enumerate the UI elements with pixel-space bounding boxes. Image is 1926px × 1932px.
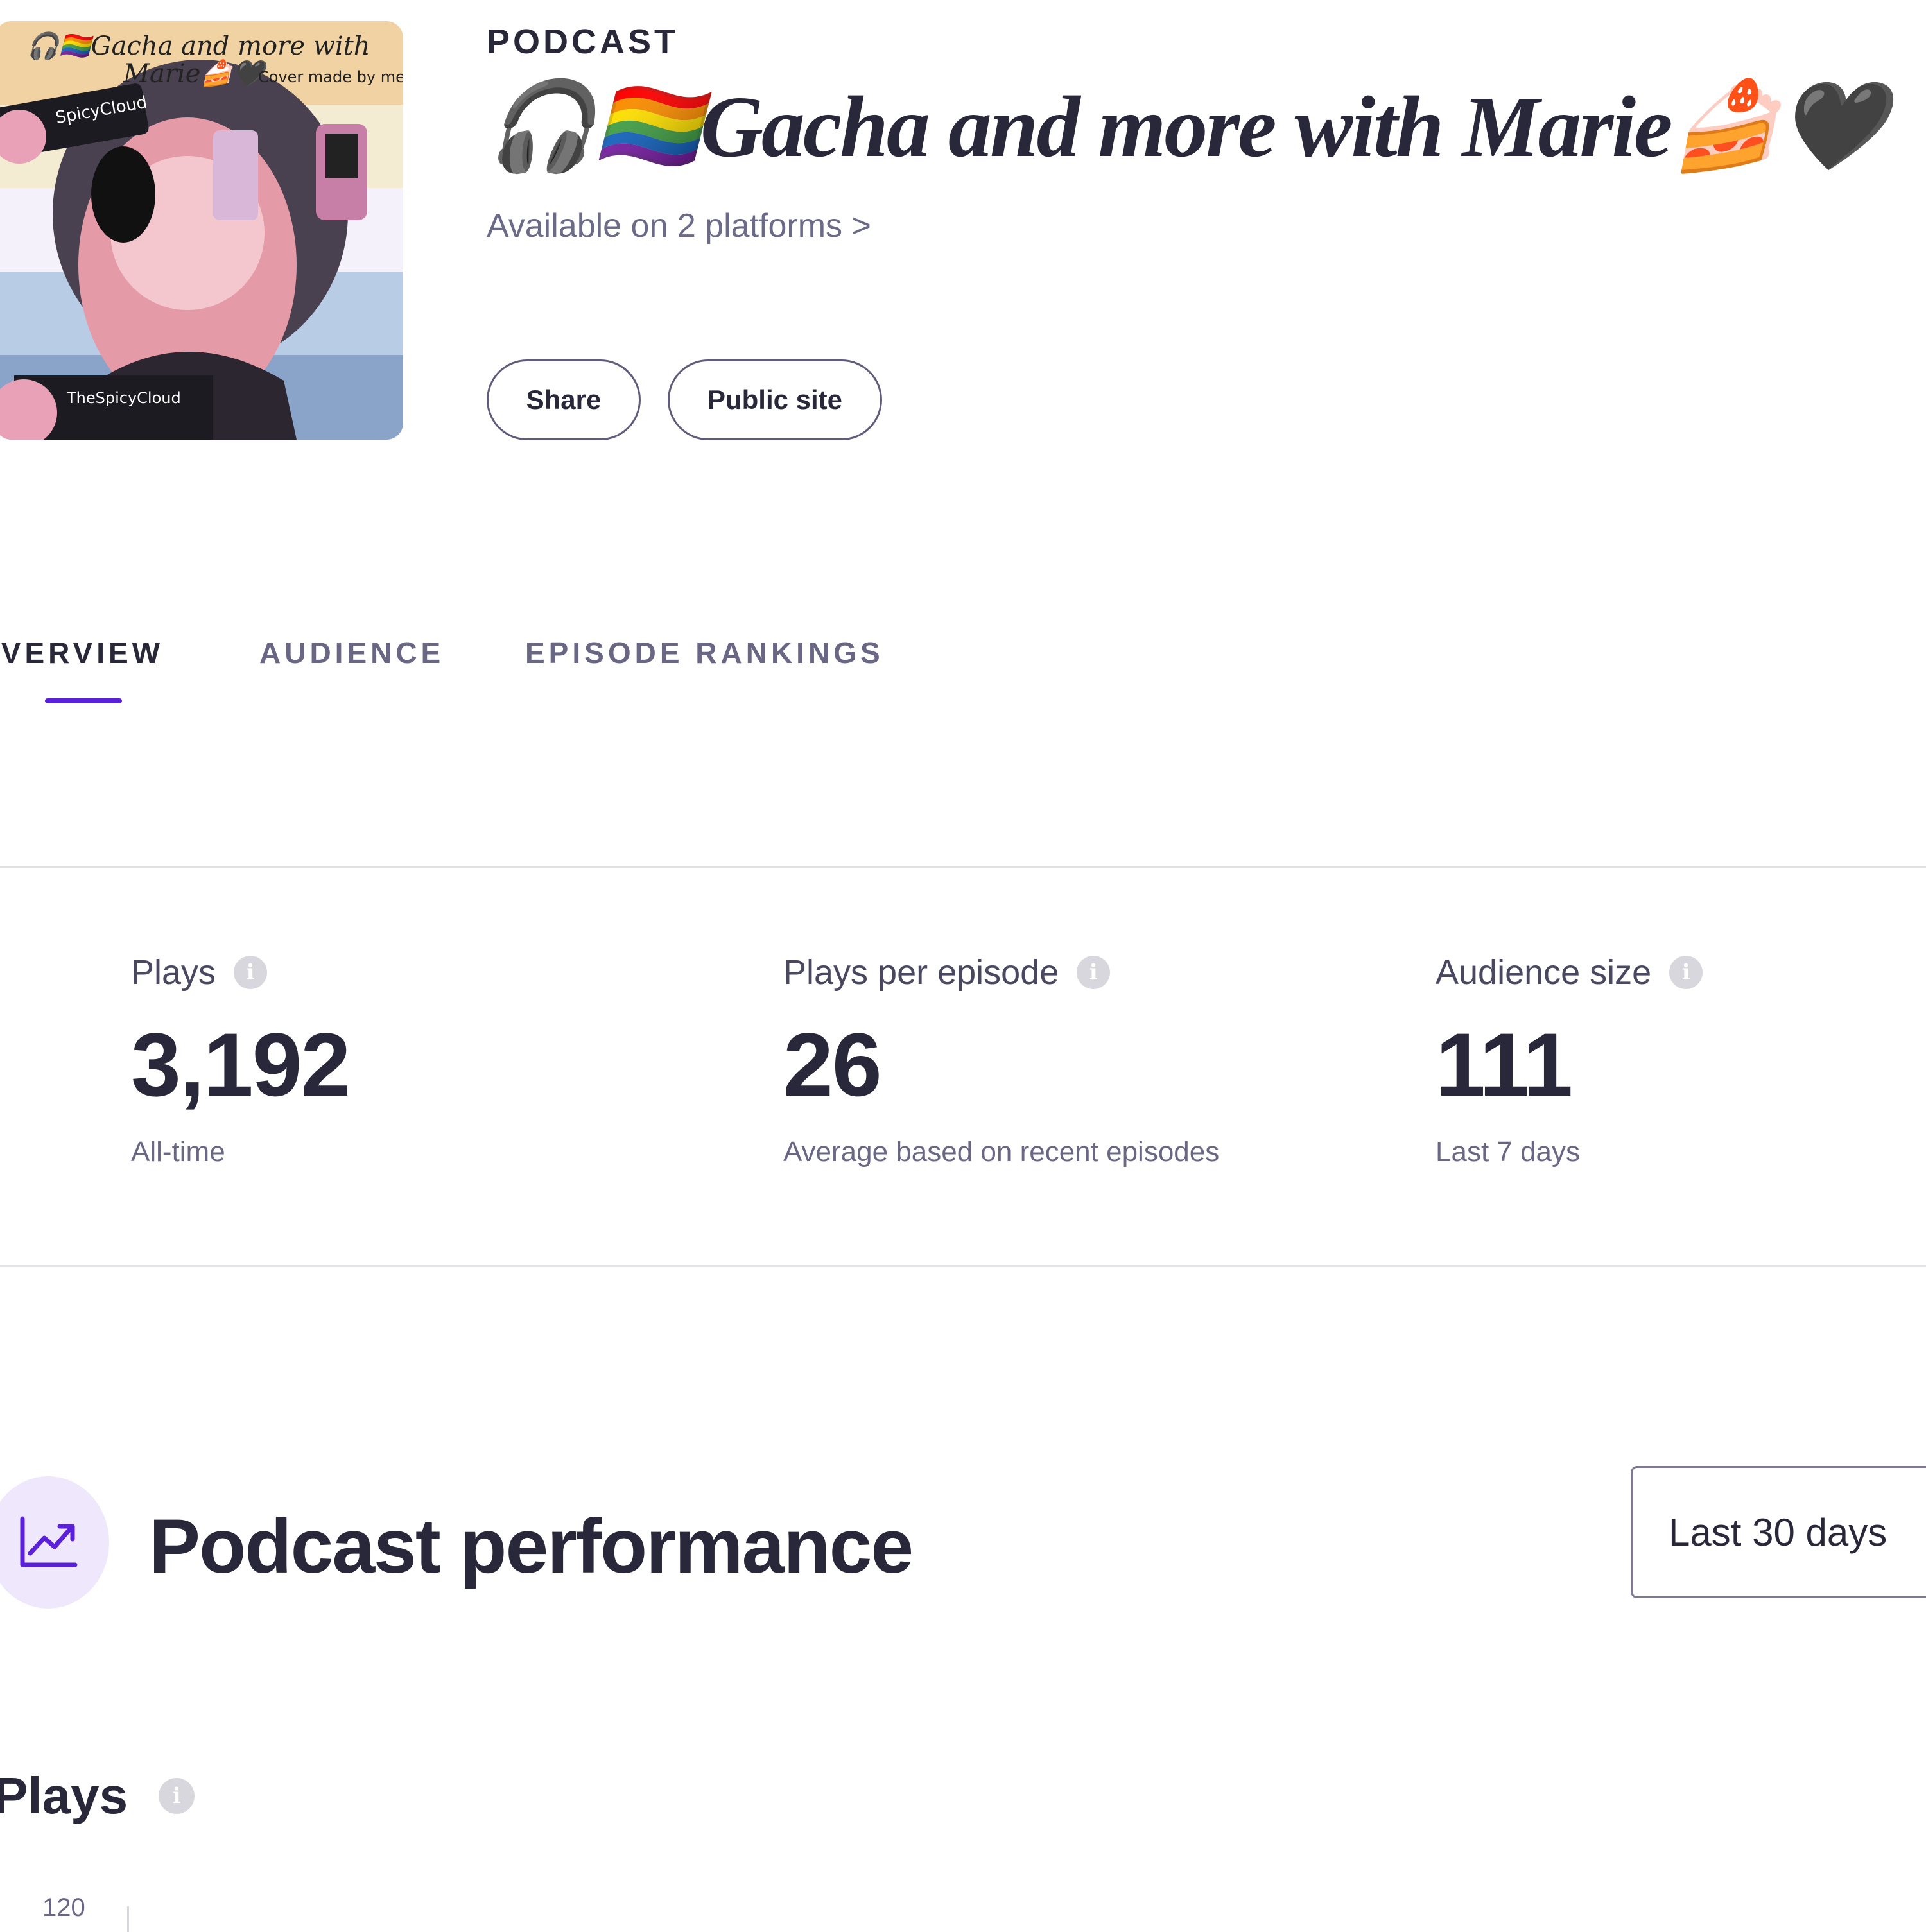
platforms-link[interactable]: Available on 2 platforms >	[487, 207, 871, 245]
cover-name-bottom: TheSpicyCloud	[66, 389, 181, 407]
stat-audience-size: Audience size i 111 Last 7 days	[1436, 950, 1703, 1168]
stat-label: Plays	[131, 953, 216, 992]
info-icon[interactable]: i	[159, 1778, 195, 1814]
divider	[0, 866, 1926, 868]
active-tab-indicator	[45, 698, 122, 703]
chart-title: Plays	[0, 1767, 128, 1824]
y-axis-line	[127, 1906, 129, 1932]
stat-label: Audience size	[1436, 953, 1652, 992]
stat-plays: Plays i 3,192 All-time	[131, 950, 351, 1168]
stat-plays-per-episode: Plays per episode i 26 Average based on …	[783, 950, 1219, 1168]
section-title: Podcast performance	[149, 1503, 914, 1589]
divider	[0, 1265, 1926, 1267]
stat-subtext: Average based on recent episodes	[783, 1136, 1220, 1168]
tab-overview[interactable]: OVERVIEW	[0, 635, 164, 670]
trend-chart-icon	[0, 1476, 109, 1609]
podcast-header: 🎧🏳️‍🌈Gacha and more with Marie🍰🖤 Cover m…	[0, 0, 1926, 462]
tab-episode-rankings[interactable]: EPISODE RANKINGS	[525, 635, 884, 670]
date-range-select[interactable]: Last 30 days	[1631, 1466, 1926, 1598]
cover-text-line2: Marie🍰🖤	[123, 58, 270, 89]
stat-value: 26	[783, 1014, 882, 1115]
tab-audience[interactable]: AUDIENCE	[259, 635, 444, 670]
podcast-title: 🎧🏳️‍🌈Gacha and more with Marie🍰🖤	[487, 79, 1886, 175]
info-icon[interactable]: i	[234, 956, 268, 989]
stat-label: Plays per episode	[783, 953, 1059, 992]
stat-subtext: All-time	[131, 1136, 225, 1168]
info-icon[interactable]: i	[1077, 956, 1111, 989]
stat-subtext: Last 7 days	[1436, 1136, 1581, 1168]
share-button[interactable]: Share	[487, 359, 641, 440]
tab-bar: OVERVIEW AUDIENCE EPISODE RANKINGS	[0, 635, 1926, 712]
info-icon[interactable]: i	[1669, 956, 1703, 989]
stat-value: 3,192	[131, 1014, 351, 1115]
podcast-cover-art: 🎧🏳️‍🌈Gacha and more with Marie🍰🖤 Cover m…	[0, 21, 403, 440]
cover-text-line1: 🎧🏳️‍🌈Gacha and more with	[27, 31, 370, 61]
plays-chart-heading: Plays i	[0, 1766, 195, 1825]
public-site-button[interactable]: Public site	[668, 359, 882, 440]
stat-value: 111	[1436, 1014, 1573, 1115]
y-axis-tick-label: 120	[42, 1893, 85, 1922]
cover-note: Cover made by me	[258, 68, 403, 86]
content-kind-label: PODCAST	[487, 22, 679, 61]
